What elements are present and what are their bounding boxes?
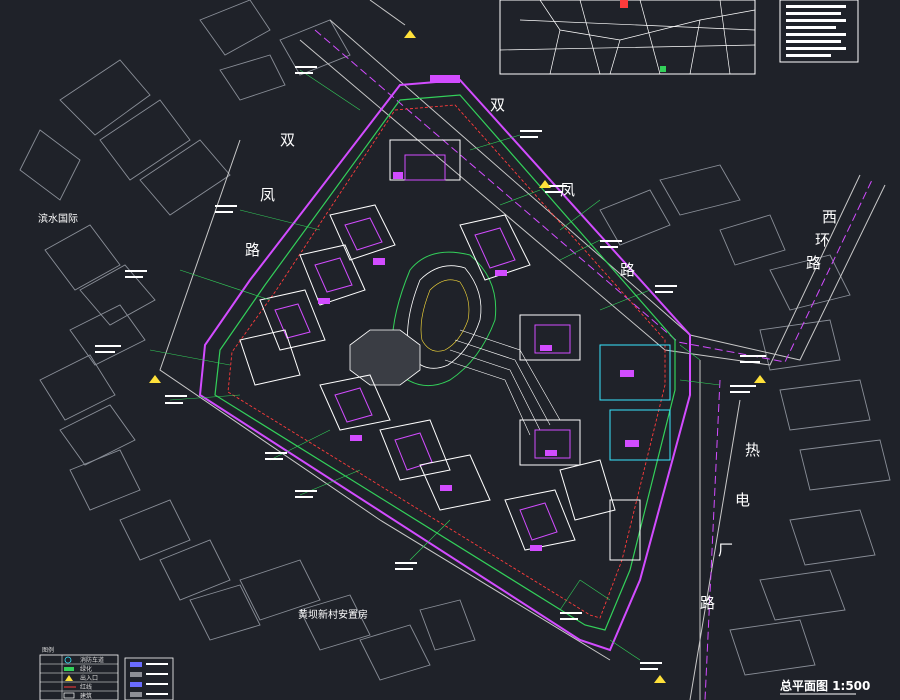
circle-icon — [64, 656, 72, 664]
roads — [159, 0, 886, 700]
road-label-redian-3: 厂 — [718, 541, 733, 559]
legend-row-2: 绿化 — [80, 665, 92, 673]
fire-lane — [227, 104, 666, 619]
legend: 图例 消防车道 绿化 出入口 红线 建筑 — [39, 646, 174, 700]
location-inset-map — [499, 0, 756, 75]
road-label-redian-2: 电 — [735, 491, 750, 509]
road-label-redian-1: 热 — [745, 441, 760, 459]
label-binshui: 滨水国际 — [38, 212, 78, 225]
road-label-left-3: 路 — [245, 241, 260, 259]
road-label-left-1: 双 — [280, 131, 295, 149]
road-label-xihuan-3: 路 — [806, 254, 821, 272]
title-block — [779, 0, 859, 63]
rect-icon — [63, 692, 75, 699]
triangle-icon — [65, 675, 73, 681]
site-plan-drawing: 双 凤 路 双 凤 路 西 环 路 热 电 厂 路 滨水国际 黄坝新村安置房 图… — [19, 0, 891, 700]
drawing-title: 总平面图 1:500 — [780, 678, 870, 693]
legend-row-1: 消防车道 — [80, 656, 104, 664]
road-label-xihuan-1: 西 — [822, 208, 837, 226]
label-huangba: 黄坝新村安置房 — [298, 608, 368, 621]
site-plan-canvas: 双 凤 路 双 凤 路 西 环 路 热 电 厂 路 滨水国际 黄坝新村安置房 图… — [0, 0, 900, 700]
legend-title: 图例 — [42, 646, 54, 654]
legend-row-3: 出入口 — [80, 674, 98, 682]
legend-row-4: 红线 — [80, 683, 92, 691]
road-label-right-3: 路 — [620, 261, 635, 279]
hatch-icon — [64, 667, 74, 671]
entrance-markers — [149, 30, 766, 683]
road-label-right-1: 双 — [490, 96, 505, 114]
road-label-left-2: 凤 — [260, 186, 275, 204]
legend-row-5: 建筑 — [80, 692, 92, 700]
road-label-redian-4: 路 — [700, 594, 715, 612]
leader-lines — [149, 69, 721, 661]
road-label-right-2: 凤 — [560, 181, 575, 199]
road-label-xihuan-2: 环 — [815, 231, 830, 249]
